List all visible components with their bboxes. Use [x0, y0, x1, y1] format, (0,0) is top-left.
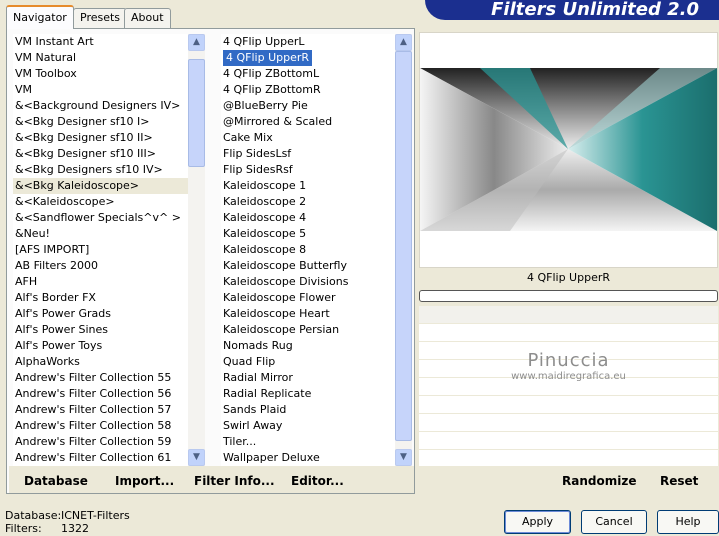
- list-item[interactable]: Nomads Rug: [221, 338, 395, 354]
- list-item[interactable]: Kaleidoscope 4: [221, 210, 395, 226]
- preview-image: [420, 68, 717, 231]
- list-item[interactable]: &<Bkg Designer sf10 II>: [13, 130, 188, 146]
- filter-scrollbar[interactable]: ▲ ▼: [395, 34, 412, 466]
- list-item[interactable]: Andrew's Filter Collection 56: [13, 386, 188, 402]
- preview-button-bar: Randomize Reset: [419, 466, 718, 493]
- tab-about[interactable]: About: [124, 8, 171, 28]
- list-item[interactable]: @Mirrored & Scaled: [221, 114, 395, 130]
- database-button[interactable]: Database: [24, 474, 88, 488]
- scroll-thumb[interactable]: [395, 51, 412, 441]
- list-item[interactable]: Sands Plaid: [221, 402, 395, 418]
- list-item[interactable]: Alf's Border FX: [13, 290, 188, 306]
- list-item[interactable]: Kaleidoscope Heart: [221, 306, 395, 322]
- list-item[interactable]: Alf's Power Sines: [13, 322, 188, 338]
- category-list[interactable]: VM Instant Art VM Natural VM Toolbox VM &<Ba…: [13, 34, 188, 466]
- database-value: ICNET-Filters: [61, 509, 130, 522]
- preview-caption: 4 QFlip UpperR: [420, 268, 717, 288]
- list-item[interactable]: Kaleidoscope Flower: [221, 290, 395, 306]
- list-item[interactable]: @BlueBerry Pie: [221, 98, 395, 114]
- scroll-thumb[interactable]: [188, 59, 205, 167]
- list-item[interactable]: Kaleidoscope 2: [221, 194, 395, 210]
- list-item[interactable]: VM Toolbox: [13, 66, 188, 82]
- parameter-slot[interactable]: [419, 414, 718, 432]
- category-scrollbar[interactable]: ▲ ▼: [188, 34, 205, 466]
- list-item[interactable]: Andrew's Filter Collection 58: [13, 418, 188, 434]
- list-item[interactable]: AFH: [13, 274, 188, 290]
- list-item[interactable]: Swirl Away: [221, 418, 395, 434]
- list-item[interactable]: Flip SidesRsf: [221, 162, 395, 178]
- filters-label: Filters:: [5, 522, 42, 535]
- list-item[interactable]: &<Sandflower Specials^v^ >: [13, 210, 188, 226]
- editor-button[interactable]: Editor...: [291, 474, 344, 488]
- list-item[interactable]: Kaleidoscope Butterfly: [221, 258, 395, 274]
- database-info: Database: ICNET-Filters: [5, 509, 130, 522]
- list-item[interactable]: Alf's Power Toys: [13, 338, 188, 354]
- scroll-up-icon[interactable]: ▲: [188, 34, 205, 51]
- parameter-slot[interactable]: [419, 324, 718, 342]
- list-item[interactable]: &<Bkg Designers sf10 IV>: [13, 162, 188, 178]
- list-item[interactable]: Alf's Power Grads: [13, 306, 188, 322]
- list-item[interactable]: Tiler...: [221, 434, 395, 450]
- list-item[interactable]: Flip SidesLsf: [221, 146, 395, 162]
- apply-button[interactable]: Apply: [504, 510, 571, 534]
- list-item[interactable]: 4 QFlip UpperR: [221, 50, 395, 66]
- reset-button[interactable]: Reset: [660, 474, 698, 488]
- navigator-button-bar: Database Import... Filter Info... Editor…: [9, 466, 414, 493]
- scroll-up-icon[interactable]: ▲: [395, 34, 412, 51]
- list-item[interactable]: 4 QFlip UpperL: [221, 34, 395, 50]
- list-item[interactable]: 4 QFlip ZBottomR: [221, 82, 395, 98]
- filter-list[interactable]: 4 QFlip UpperL 4 QFlip UpperR 4 QFlip ZBot…: [221, 34, 395, 466]
- scroll-down-icon[interactable]: ▼: [395, 449, 412, 466]
- list-item[interactable]: Kaleidoscope 1: [221, 178, 395, 194]
- watermark-name: Pinuccia: [527, 350, 610, 371]
- list-item[interactable]: AB Filters 2000: [13, 258, 188, 274]
- list-item[interactable]: Quad Flip: [221, 354, 395, 370]
- list-item[interactable]: Radial Replicate: [221, 386, 395, 402]
- list-item[interactable]: &Neu!: [13, 226, 188, 242]
- list-item[interactable]: &<Bkg Designer sf10 III>: [13, 146, 188, 162]
- filter-info-button[interactable]: Filter Info...: [194, 474, 275, 488]
- list-item[interactable]: Andrew's Filter Collection 61: [13, 450, 188, 466]
- list-item[interactable]: AlphaWorks: [13, 354, 188, 370]
- list-item[interactable]: Radial Mirror: [221, 370, 395, 386]
- list-item[interactable]: Andrew's Filter Collection 59: [13, 434, 188, 450]
- list-item[interactable]: &<Background Designers IV>: [13, 98, 188, 114]
- parameter-slot[interactable]: [419, 306, 718, 324]
- tab-navigator[interactable]: Navigator: [6, 5, 74, 29]
- list-item[interactable]: 4 QFlip ZBottomL: [221, 66, 395, 82]
- filters-info: Filters: 1322: [5, 522, 89, 535]
- parameter-slider[interactable]: [419, 290, 718, 302]
- tab-presets[interactable]: Presets: [73, 8, 128, 28]
- filters-value: 1322: [61, 522, 89, 535]
- list-item[interactable]: VM Instant Art: [13, 34, 188, 50]
- help-button[interactable]: Help: [657, 510, 719, 534]
- selected-item-label: 4 QFlip UpperR: [223, 50, 313, 66]
- list-item[interactable]: VM: [13, 82, 188, 98]
- watermark: Pinuccia www.maidiregrafica.eu: [420, 350, 717, 382]
- list-item[interactable]: Wallpaper Deluxe: [221, 450, 395, 466]
- list-item[interactable]: &<Kaleidoscope>: [13, 194, 188, 210]
- list-item[interactable]: Cake Mix: [221, 130, 395, 146]
- parameter-slot[interactable]: [419, 396, 718, 414]
- list-item[interactable]: VM Natural: [13, 50, 188, 66]
- parameter-slots: [419, 306, 718, 468]
- cancel-button[interactable]: Cancel: [581, 510, 647, 534]
- import-button[interactable]: Import...: [115, 474, 174, 488]
- database-label: Database:: [5, 509, 62, 522]
- list-item[interactable]: &<Bkg Kaleidoscope>: [13, 178, 188, 194]
- list-item[interactable]: Kaleidoscope Divisions: [221, 274, 395, 290]
- list-item[interactable]: Kaleidoscope 5: [221, 226, 395, 242]
- app-title-banner: Filters Unlimited 2.0: [425, 0, 719, 20]
- list-item[interactable]: Andrew's Filter Collection 55: [13, 370, 188, 386]
- list-item[interactable]: Kaleidoscope 8: [221, 242, 395, 258]
- watermark-site: www.maidiregrafica.eu: [511, 371, 626, 382]
- randomize-button[interactable]: Randomize: [562, 474, 636, 488]
- scroll-down-icon[interactable]: ▼: [188, 449, 205, 466]
- list-item[interactable]: [AFS IMPORT]: [13, 242, 188, 258]
- parameter-slot[interactable]: [419, 432, 718, 450]
- list-item[interactable]: Andrew's Filter Collection 57: [13, 402, 188, 418]
- list-item[interactable]: Kaleidoscope Persian: [221, 322, 395, 338]
- list-item[interactable]: &<Bkg Designer sf10 I>: [13, 114, 188, 130]
